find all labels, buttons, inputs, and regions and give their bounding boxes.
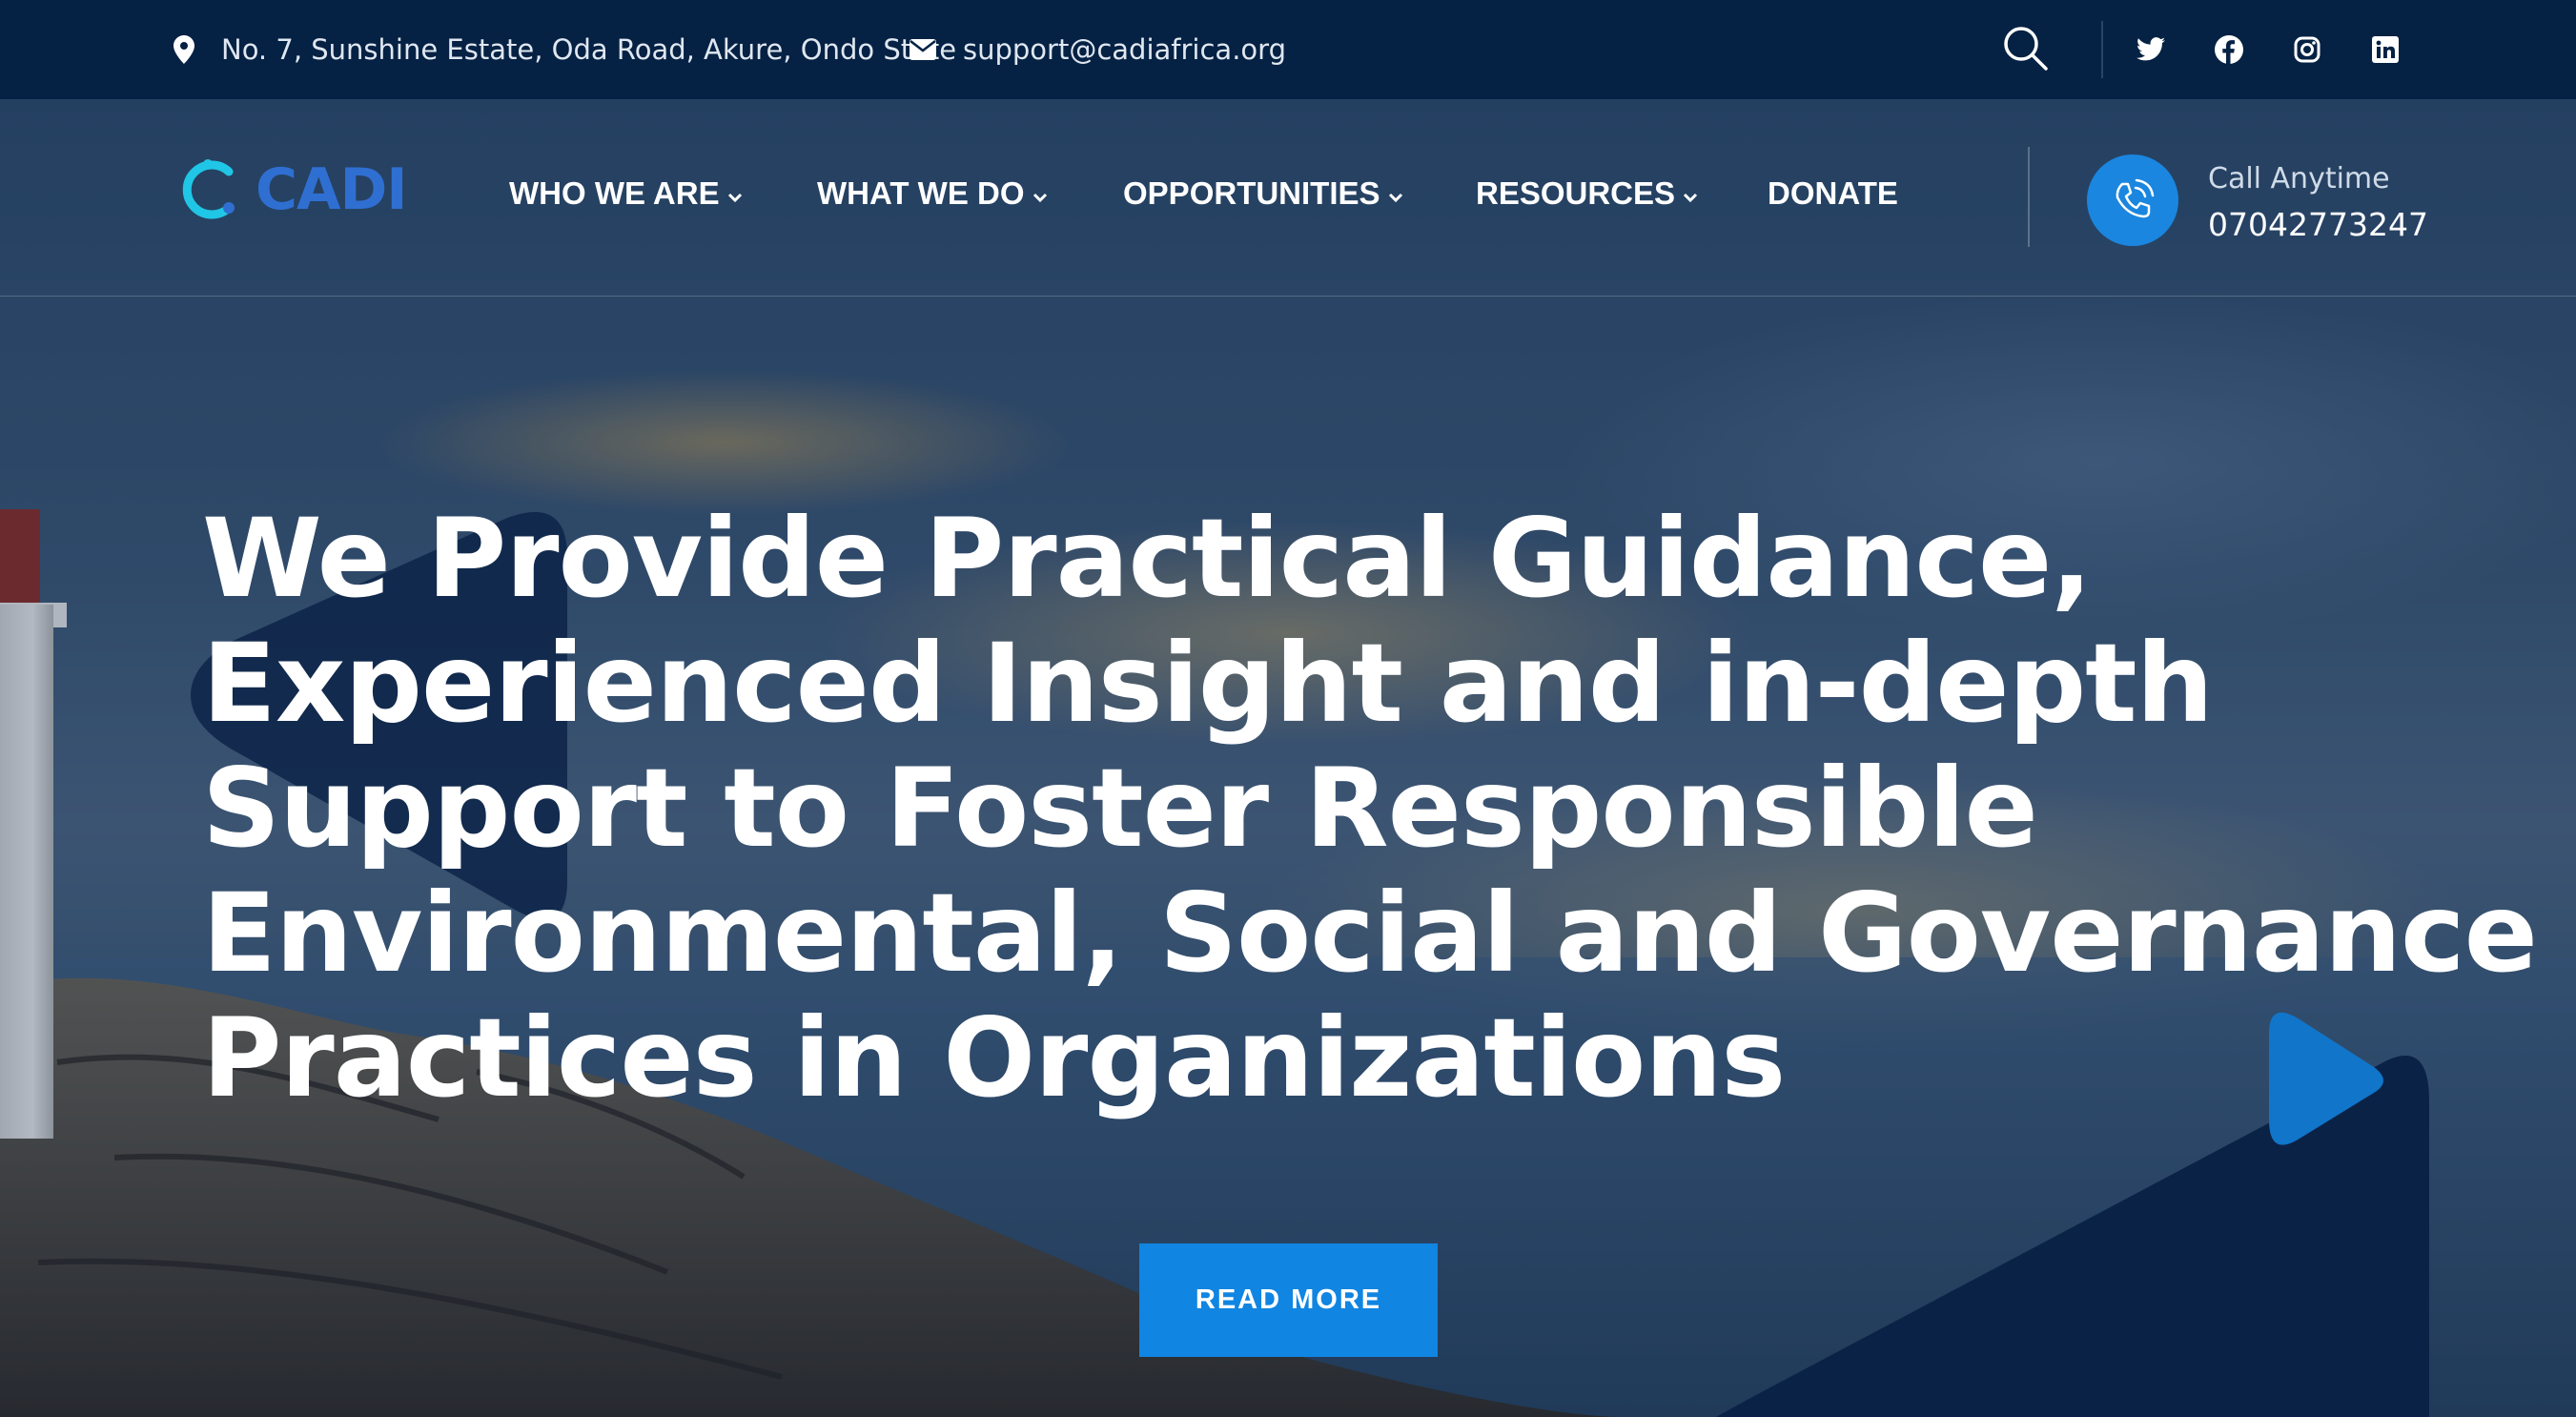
- nav-resources[interactable]: RESOURCES: [1476, 175, 1698, 212]
- top-bar: No. 7, Sunshine Estate, Oda Road, Akure,…: [0, 0, 2576, 99]
- cadi-logo[interactable]: CADI: [179, 154, 408, 225]
- logo-text: CADI: [256, 156, 408, 223]
- logo-mark-icon: [182, 159, 235, 219]
- hero-headline-line: Practices in Organizations: [202, 995, 1786, 1121]
- hero-headline: We Provide Practical Guidance, Experienc…: [202, 495, 2538, 1121]
- address-text: No. 7, Sunshine Estate, Oda Road, Akure,…: [221, 33, 957, 66]
- linkedin-icon[interactable]: [2368, 32, 2402, 67]
- nav-what-we-do[interactable]: WHAT WE DO: [817, 175, 1048, 212]
- email-link[interactable]: support@cadiafrica.org: [963, 33, 1286, 66]
- chevron-down-icon: [1032, 193, 1047, 203]
- main-navigation: CADI WHO WE ARE WHAT WE DO OPPORTUNITIES…: [0, 99, 2576, 297]
- nav-donate[interactable]: DONATE: [1768, 175, 1898, 212]
- hero-headline-line: Support to Foster Responsible: [202, 745, 2038, 872]
- address-info: No. 7, Sunshine Estate, Oda Road, Akure,…: [174, 0, 956, 99]
- read-more-button[interactable]: READ MORE: [1139, 1243, 1438, 1357]
- nav-what-we-do-label: WHAT WE DO: [817, 175, 1025, 211]
- chevron-down-icon: [1388, 193, 1402, 203]
- hero-headline-line: Environmental, Social and Governance: [202, 870, 2538, 996]
- call-anytime-label: Call Anytime: [2208, 162, 2390, 195]
- nav-divider: [2028, 147, 2030, 247]
- call-phone-number[interactable]: 07042773247: [2208, 206, 2428, 243]
- facebook-icon[interactable]: [2212, 32, 2246, 67]
- nav-opportunities-label: OPPORTUNITIES: [1123, 175, 1380, 211]
- phone-icon: [2116, 178, 2155, 218]
- nav-donate-label: DONATE: [1768, 175, 1898, 211]
- hero-headline-line: Experienced Insight and in-depth: [202, 620, 2214, 747]
- chevron-down-icon: [727, 193, 742, 203]
- instagram-icon[interactable]: [2290, 32, 2324, 67]
- search-icon[interactable]: [2002, 25, 2050, 72]
- topbar-divider: [2101, 21, 2103, 78]
- phone-call-button[interactable]: [2087, 154, 2178, 246]
- email-info[interactable]: support@cadiafrica.org: [910, 0, 1286, 99]
- hero-headline-line: We Provide Practical Guidance,: [202, 495, 2093, 622]
- nav-opportunities[interactable]: OPPORTUNITIES: [1123, 175, 1403, 212]
- envelope-icon: [910, 39, 936, 60]
- nav-who-we-are-label: WHO WE ARE: [509, 175, 720, 211]
- chevron-down-icon: [1683, 193, 1698, 203]
- nav-who-we-are[interactable]: WHO WE ARE: [509, 175, 743, 212]
- map-pin-icon: [174, 35, 194, 64]
- twitter-icon[interactable]: [2134, 32, 2168, 67]
- nav-resources-label: RESOURCES: [1476, 175, 1676, 211]
